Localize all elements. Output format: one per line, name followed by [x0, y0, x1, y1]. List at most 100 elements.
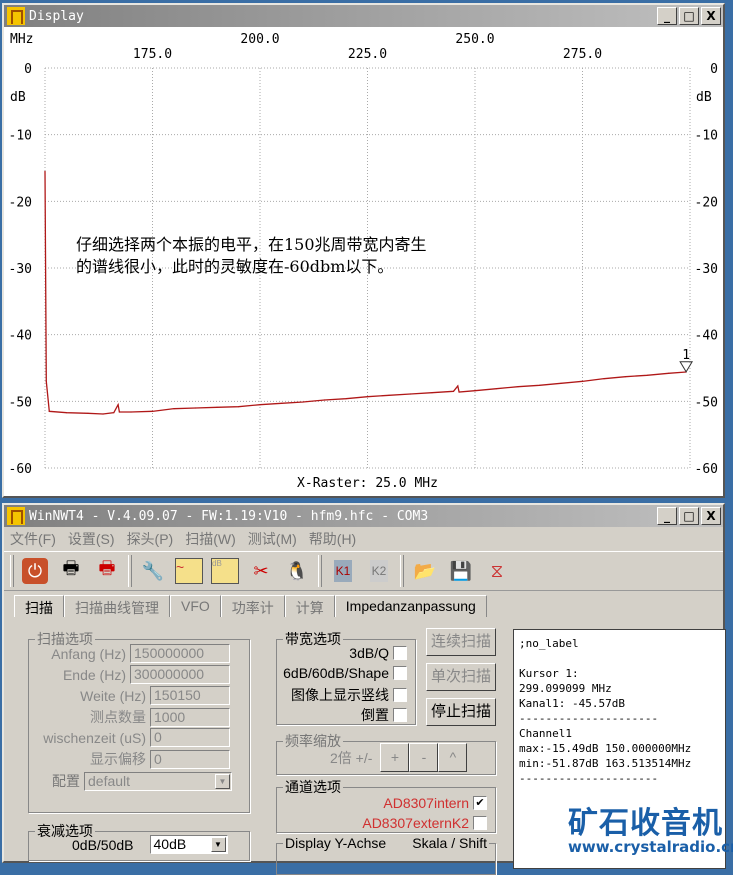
print-icon[interactable]: 🖶	[56, 556, 86, 586]
save-disk-icon[interactable]: 💾	[446, 556, 476, 586]
open-folder-icon[interactable]: 📂	[410, 556, 440, 586]
scan-field-input[interactable]: 0	[150, 749, 230, 769]
data-point	[624, 376, 627, 378]
menu-test[interactable]: 测试(M)	[242, 529, 303, 549]
y-tick-label-right: -30	[695, 262, 718, 277]
k1-calibration-icon[interactable]: K1	[328, 556, 358, 586]
db-calibration-icon[interactable]: dB	[210, 556, 240, 586]
y-tick-label-left: 0	[24, 62, 32, 77]
tab-vfo[interactable]: VFO	[170, 595, 221, 617]
bandwidth-option-label: 3dB/Q	[349, 645, 389, 661]
scan-field-input[interactable]: 300000000	[130, 665, 230, 684]
bandwidth-option-checkbox[interactable]	[393, 688, 407, 702]
data-point	[237, 406, 240, 408]
display-title: Display	[29, 8, 84, 24]
stop-scan-button[interactable]: 停止扫描	[426, 698, 496, 726]
attenuation-select[interactable]: 40dB ▼	[149, 835, 228, 854]
bandwidth-option-checkbox[interactable]	[393, 666, 407, 680]
minimize-button[interactable]: _	[657, 7, 677, 25]
menu-probe[interactable]: 探头(P)	[121, 529, 180, 549]
scan-field-label: wischenzeit (uS)	[43, 729, 146, 746]
x-unit-label: MHz	[10, 32, 33, 47]
toolbar-grip	[10, 555, 14, 587]
power-icon[interactable]: ⏻	[20, 556, 50, 586]
tab-scan[interactable]: 扫描	[14, 595, 64, 617]
single-scan-button[interactable]: 单次扫描	[426, 663, 496, 691]
tab-power-meter[interactable]: 功率计	[220, 595, 285, 617]
menu-settings[interactable]: 设置(S)	[62, 529, 121, 549]
data-point	[48, 410, 50, 412]
data-point	[646, 374, 648, 376]
y-tick-label-left: -10	[9, 129, 32, 144]
scan-field-input[interactable]: 1000	[150, 707, 230, 727]
menu-bar: 文件(F) 设置(S) 探头(P) 扫描(W) 测试(M) 帮助(H)	[4, 527, 723, 551]
y-tick-label-right: -20	[695, 195, 718, 210]
channel-option-checkbox[interactable]: ✔	[473, 796, 487, 810]
scan-field-label: 显示偏移	[90, 751, 146, 767]
k2-calibration-icon[interactable]: K2	[364, 556, 394, 586]
data-point	[151, 410, 154, 412]
display-titlebar[interactable]: Display _ □ X	[4, 5, 723, 27]
toolbar: ⏻ 🖶 🖶 🔧 ~ dB ✂ 🐧 K1 K2 📂 💾 ⧖	[4, 551, 723, 591]
menu-help[interactable]: 帮助(H)	[303, 529, 362, 549]
data-point	[216, 406, 218, 408]
data-point	[538, 384, 541, 386]
data-point	[474, 390, 476, 392]
close-button[interactable]: X	[701, 7, 721, 25]
menu-scan[interactable]: 扫描(W)	[179, 529, 242, 549]
data-point	[117, 404, 119, 406]
data-point	[87, 412, 89, 414]
data-point	[409, 393, 412, 395]
settings-tools-icon[interactable]: 🔧	[138, 556, 168, 586]
maximize-button[interactable]: □	[679, 7, 699, 25]
bandwidth-option-label: 6dB/60dB/Shape	[283, 665, 389, 681]
config-select[interactable]: default ▼	[84, 771, 232, 791]
tab-calculate[interactable]: 计算	[284, 595, 335, 617]
print-pdf-icon[interactable]: 🖶	[92, 556, 122, 586]
channel-option-checkbox[interactable]	[473, 816, 487, 830]
zoom-out-button[interactable]: -	[409, 743, 439, 772]
data-point	[118, 411, 120, 413]
info-line: min:-51.87dB 163.513514MHz	[519, 757, 692, 770]
main-titlebar[interactable]: WinNWT4 - V.4.09.07 - FW:1.19:V10 - hfm9…	[4, 505, 723, 527]
data-point	[45, 380, 47, 382]
zoom-range-icon[interactable]: ⧖	[482, 556, 512, 586]
data-point	[517, 386, 519, 388]
cursor-marker-icon	[679, 361, 694, 373]
tab-curve-management[interactable]: 扫描曲线管理	[64, 595, 170, 617]
bandwidth-option-checkbox[interactable]	[393, 646, 407, 660]
data-point	[581, 380, 584, 382]
scan-field-label: Weite (Hz)	[80, 687, 146, 704]
scan-field-input[interactable]: 150150	[150, 686, 230, 705]
sweep-curve-icon[interactable]: ~	[174, 556, 204, 586]
minimize-button[interactable]: _	[657, 507, 677, 525]
note-line-1: 仔细选择两个本振的电平，在150兆周带宽内寄生	[76, 235, 427, 254]
zoom-in-button[interactable]: +	[380, 743, 410, 772]
data-point	[302, 401, 304, 403]
dropdown-arrow-icon: ▼	[210, 837, 226, 852]
app-icon	[7, 507, 25, 525]
data-point	[259, 404, 261, 406]
toolbar-separator	[318, 555, 322, 587]
scan-field-input[interactable]: 150000000	[130, 644, 230, 663]
tab-impedance-matching[interactable]: Impedanzanpassung	[334, 595, 487, 617]
data-point	[457, 385, 459, 387]
maximize-button[interactable]: □	[679, 507, 699, 525]
menu-file[interactable]: 文件(F)	[4, 529, 62, 549]
y-tick-label-left: -60	[9, 462, 32, 477]
swiss-knife-icon[interactable]: ✂	[246, 556, 276, 586]
watermark-text: 矿石收音机	[568, 806, 723, 841]
scale-shift-label: Skala / Shift	[412, 835, 487, 851]
info-line: 299.099099 MHz	[519, 682, 612, 695]
linux-penguin-icon[interactable]: 🐧	[282, 556, 312, 586]
continuous-scan-button[interactable]: 连续扫描	[426, 628, 496, 656]
x-tick-label: 200.0	[240, 32, 279, 47]
scan-field-input[interactable]: 0	[150, 728, 230, 747]
series-line-channel1	[44, 171, 687, 415]
close-button[interactable]: X	[701, 507, 721, 525]
zoom-reset-button[interactable]: ^	[438, 743, 468, 772]
annotation-note: 仔细选择两个本振的电平，在150兆周带宽内寄生 的谱线很小，此时的灵敏度在-60…	[76, 234, 427, 278]
bandwidth-option-checkbox[interactable]	[393, 708, 407, 722]
data-point	[345, 398, 347, 400]
info-line: max:-15.49dB 150.000000MHz	[519, 742, 692, 755]
